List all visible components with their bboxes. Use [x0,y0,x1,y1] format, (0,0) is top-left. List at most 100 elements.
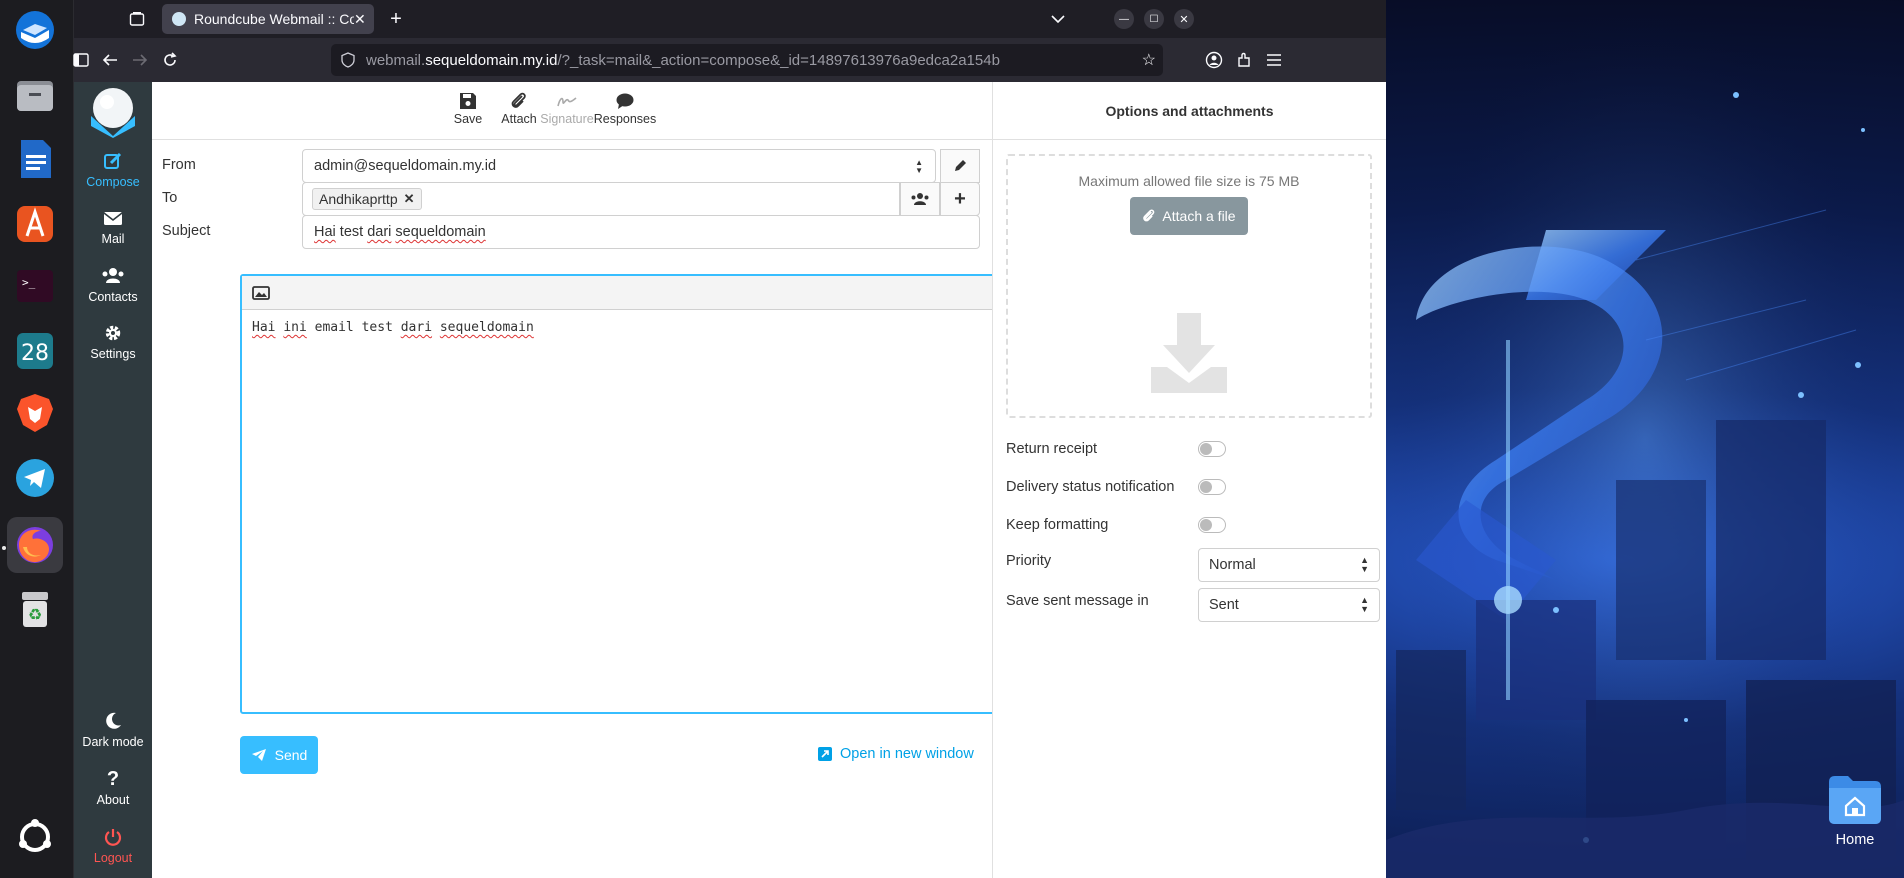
responses-button[interactable]: Responses [592,90,658,126]
select-arrows-icon: ▲ ▼ [915,158,923,175]
image-icon[interactable] [252,285,270,300]
pencil-icon [955,160,966,171]
recipient-chip[interactable]: Andhikaprttp ✕ [312,188,422,210]
return-receipt-label: Return receipt [1006,441,1098,457]
firefox-launcher[interactable] [7,517,63,573]
app-center-launcher[interactable] [7,196,63,252]
message-body[interactable]: Hai ini email test dari sequeldomain [242,310,1056,345]
brave-launcher[interactable] [7,385,63,441]
new-tab-icon[interactable]: + [382,5,410,33]
document-icon [21,140,51,178]
tab-roundcube[interactable]: Roundcube Webmail :: Co ✕ [162,4,374,34]
roundcube-app: Compose Mail Contacts Settings Dark mode… [74,82,1386,878]
signature-label: Signature [540,112,594,126]
maximize-window-icon[interactable]: ☐ [1140,5,1168,33]
keep-formatting-row: Keep formatting [1006,509,1372,541]
recipient-name: Andhikaprttp [319,191,398,207]
dock: >_ 28 ♻ [0,0,74,878]
keep-formatting-label: Keep formatting [1006,517,1109,533]
extensions-icon[interactable] [1230,46,1258,74]
menu-icon[interactable] [1260,46,1288,74]
close-tab-icon[interactable]: ✕ [354,11,366,28]
subject-input[interactable]: Hai test dari sequeldomain [302,215,980,249]
url-prefix: webmail. [366,51,426,69]
terminal-launcher[interactable]: >_ [7,258,63,314]
running-indicator [2,546,6,550]
contacts-icon [911,193,929,205]
return-receipt-toggle[interactable] [1198,441,1226,457]
attachment-dropzone[interactable]: Maximum allowed file size is 75 MB Attac… [1006,154,1372,418]
attach-label: Attach [501,112,537,126]
brave-icon [17,394,53,432]
app-store-icon [17,206,53,242]
telegram-launcher[interactable] [7,450,63,506]
bookmark-star-icon[interactable]: ☆ [1142,50,1156,70]
plus-icon: + [954,187,966,210]
ubuntu-icon [19,819,51,852]
minimize-window-icon[interactable]: — [1110,5,1138,33]
options-header: Options and attachments [993,82,1386,140]
return-receipt-row: Return receipt [1006,433,1372,465]
sidebar-toggle-icon[interactable] [67,46,95,74]
address-book-button[interactable] [900,182,940,216]
message-editor[interactable]: Hai ini email test dari sequeldomain [240,274,1058,714]
tab-overview-icon[interactable] [123,5,151,33]
writer-launcher[interactable] [7,131,63,187]
show-apps-launcher[interactable] [7,809,63,865]
edit-identity-button[interactable] [940,149,980,183]
attach-file-label: Attach a file [1162,208,1236,224]
list-tabs-icon[interactable] [1044,5,1072,33]
thunderbird-launcher[interactable] [7,2,63,58]
open-in-new-window-link[interactable]: Open in new window [818,746,974,762]
forward-icon[interactable] [126,46,154,74]
tab-title: Roundcube Webmail :: Co [194,11,354,27]
site-info-icon[interactable] [340,52,356,72]
compose-toolbar: Save Attach Signature Responses [152,82,992,140]
save-sent-label: Save sent message in [1006,593,1149,609]
save-sent-select[interactable]: Sent ▲ ▼ [1198,588,1380,622]
firefox-window: Roundcube Webmail :: Co ✕ + — ☐ ✕ webmai… [73,0,1386,878]
signature-button[interactable]: Signature [536,90,598,126]
url-bar[interactable]: webmail. sequeldomain.my.id/?_task=mail&_… [331,44,1163,76]
keep-formatting-toggle[interactable] [1198,517,1226,533]
priority-label: Priority [1006,553,1052,569]
roundcube-favicon [172,12,186,26]
save-button[interactable]: Save [450,90,486,126]
account-icon[interactable] [1200,46,1228,74]
home-folder-icon [1829,776,1881,824]
send-label: Send [274,747,308,763]
tab-bar: Roundcube Webmail :: Co ✕ + — ☐ ✕ [74,0,1386,38]
save-sent-value: Sent [1209,597,1239,613]
send-button[interactable]: Send [240,736,318,774]
delivery-status-label: Delivery status notification [1006,479,1175,495]
external-window-icon [818,747,832,761]
from-value: admin@sequeldomain.my.id [314,158,497,174]
thunderbird-icon [16,11,54,49]
files-launcher[interactable] [7,67,63,123]
reload-icon[interactable] [156,46,184,74]
select-arrows-icon: ▲ ▼ [1360,595,1369,614]
roundcube-logo[interactable] [87,86,139,138]
url-path: /?_task=mail&_action=compose&_id=1489761… [557,51,1000,69]
delivery-status-row: Delivery status notification [1006,471,1372,503]
responses-label: Responses [593,112,657,126]
files-icon [17,81,53,111]
calendar-icon: 28 [17,333,53,369]
add-header-button[interactable]: + [940,182,980,216]
remove-recipient-icon[interactable]: ✕ [404,191,415,207]
attach-file-button[interactable]: Attach a file [1130,197,1248,235]
priority-select[interactable]: Normal ▲ ▼ [1198,548,1380,582]
calendar-launcher[interactable]: 28 [7,323,63,379]
max-file-size-hint: Maximum allowed file size is 75 MB [1078,173,1300,189]
close-window-icon[interactable]: ✕ [1170,5,1198,33]
signature-icon [557,97,577,107]
home-folder-desktop-icon[interactable]: Home [1824,770,1886,848]
from-select[interactable]: admin@sequeldomain.my.id ▲ ▼ [302,149,936,183]
to-input[interactable]: Andhikaprttp ✕ [302,182,900,216]
back-icon[interactable] [96,46,124,74]
editor-toolbar [242,276,1056,310]
trash-launcher[interactable]: ♻ [7,581,63,637]
wallpaper-art [1386,0,1904,878]
delivery-status-toggle[interactable] [1198,479,1226,495]
trash-icon: ♻ [22,592,48,627]
